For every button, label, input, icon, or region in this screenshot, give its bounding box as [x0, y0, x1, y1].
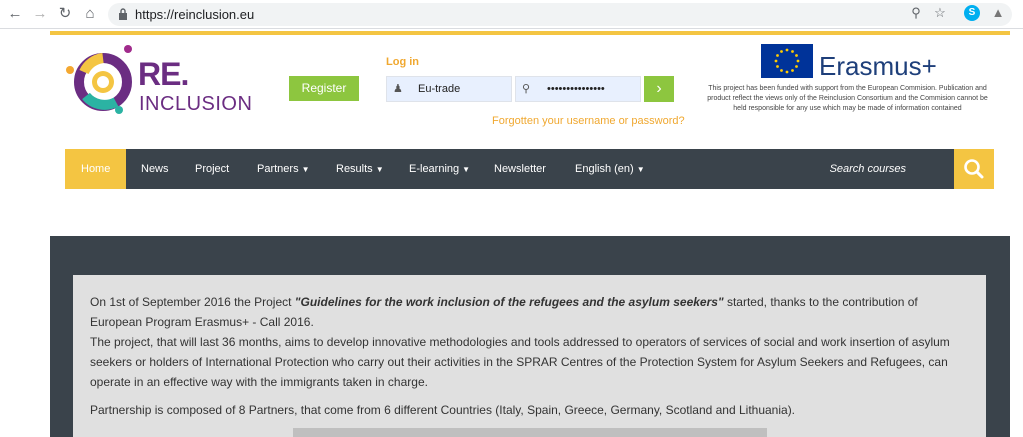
caret-down-icon: ▼ [636, 165, 645, 174]
nav-label: Partners [257, 163, 299, 175]
nav-label: Newsletter [494, 163, 546, 175]
main-nav: Home News Project Partners ▼ Results ▼ E-l… [65, 149, 994, 189]
password-value: ••••••••••••••• [547, 83, 605, 95]
top-accent-bar [50, 31, 1010, 35]
nav-partners[interactable]: Partners ▼ [257, 149, 310, 189]
star-icon[interactable]: ☆ [932, 5, 948, 21]
search-icon [964, 159, 984, 179]
site: RE. INCLUSION Register Log in ♟ Eu-trade… [50, 29, 1010, 437]
erasmus-title: Erasmus+ [819, 51, 937, 81]
skype-icon[interactable]: S [964, 5, 980, 21]
nav-label: Results [336, 163, 373, 175]
project-title: "Guidelines for the work inclusion of th… [294, 295, 724, 309]
key-icon: ⚲ [522, 83, 531, 95]
chevron-right-icon: › [656, 80, 662, 97]
nav-results[interactable]: Results ▼ [336, 149, 384, 189]
nav-label: Project [195, 163, 230, 175]
nav-news[interactable]: News [141, 149, 169, 189]
eu-flag-icon [761, 44, 813, 78]
register-button[interactable]: Register [289, 76, 359, 101]
logo-mark-icon [66, 45, 132, 114]
nav-label: Home [81, 163, 111, 175]
user-icon: ♟ [393, 83, 403, 95]
logo-text-inclusion: INCLUSION [139, 93, 253, 115]
search-button[interactable] [954, 149, 994, 189]
address-bar[interactable]: https://reinclusion.eu [108, 3, 1012, 26]
reload-icon[interactable]: ↻ [56, 5, 74, 23]
forward-icon[interactable]: → [31, 5, 49, 23]
nav-label: News [141, 163, 169, 175]
back-icon[interactable]: ← [6, 5, 24, 23]
forgot-password-link[interactable]: Forgotten your username or password? [492, 115, 685, 127]
caret-down-icon: ▼ [375, 165, 384, 174]
nav-newsletter[interactable]: Newsletter [494, 149, 546, 189]
project-description: The project, that will last 36 months, a… [90, 335, 950, 389]
erasmus-block: Erasmus+ This project has been funded wi… [700, 43, 1000, 143]
partnership-paragraph: Partnership is composed of 8 Partners, t… [90, 403, 796, 417]
logo-text-re: RE. [138, 56, 189, 92]
p1-text-start: On 1st of September 2016 the Project [90, 295, 295, 309]
home-icon[interactable]: ⌂ [81, 5, 99, 23]
caret-down-icon: ▼ [301, 165, 310, 174]
funding-disclaimer: This project has been funded with suppor… [707, 85, 988, 112]
key-icon[interactable]: ⚲ [908, 5, 924, 21]
nav-home[interactable]: Home [65, 149, 127, 189]
nav-language[interactable]: English (en) ▼ [575, 149, 645, 189]
nav-project[interactable]: Project [195, 149, 229, 189]
intro-paragraph-1: On 1st of September 2016 the Project "Gu… [90, 292, 970, 392]
login-submit-button[interactable]: › [644, 76, 674, 102]
intro-panel: On 1st of September 2016 the Project "Gu… [73, 275, 986, 437]
lock-icon [119, 8, 127, 20]
browser-toolbar: ← → ↻ ⌂ https://reinclusion.eu ⚲ ☆ S ▲ [0, 0, 1023, 29]
username-field[interactable]: ♟ Eu-trade [386, 76, 512, 102]
extension-icon[interactable]: ▲ [990, 5, 1006, 21]
username-value: Eu-trade [418, 83, 461, 95]
password-field[interactable]: ⚲ ••••••••••••••• [515, 76, 641, 102]
content-image [293, 428, 767, 437]
nav-label: English (en) [575, 163, 634, 175]
nav-elearning[interactable]: E-learning ▼ [409, 149, 470, 189]
url-text: https://reinclusion.eu [135, 7, 255, 22]
caret-down-icon: ▼ [462, 165, 471, 174]
nav-label: E-learning [409, 163, 460, 175]
login-label: Log in [386, 56, 419, 68]
search-courses-input[interactable]: Search courses [830, 149, 906, 189]
reinclusion-logo[interactable]: RE. INCLUSION [64, 44, 254, 119]
